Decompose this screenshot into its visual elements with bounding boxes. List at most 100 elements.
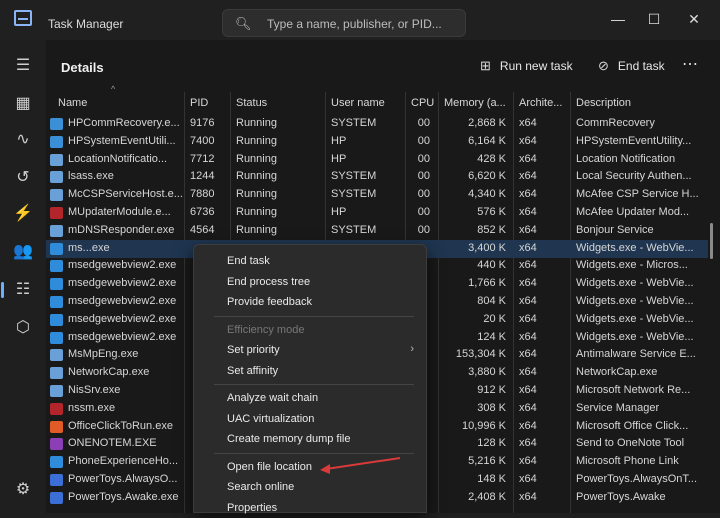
col-pid[interactable]: PID <box>190 97 208 109</box>
menu-item-provide-feedback[interactable]: Provide feedback <box>194 292 426 312</box>
col-memory[interactable]: Memory (a... <box>444 97 506 109</box>
vertical-scrollbar[interactable] <box>710 223 713 259</box>
search-placeholder[interactable]: Type a name, publisher, or PID... <box>267 17 442 31</box>
search-box[interactable]: 🔍︎ Type a name, publisher, or PID... <box>222 9 466 37</box>
menu-item-label: End task <box>227 255 270 267</box>
cell-name: PowerToys.AlwaysO... <box>68 473 178 485</box>
cell-name: MsMpEng.exe <box>68 348 139 361</box>
table-row[interactable]: mDNSResponder.exe 4564 Running SYSTEM 00 852 … <box>46 222 708 240</box>
process-icon <box>50 189 63 202</box>
cell-name: PowerToys.Awake.exe <box>68 490 179 503</box>
cell-arch: x64 <box>519 223 537 236</box>
cell-desc: Bonjour Service <box>576 223 654 236</box>
cell-arch: x64 <box>519 134 537 147</box>
cell-pid: 6736 <box>190 206 215 218</box>
cell-name: ONENOTEM.EXE <box>68 437 157 450</box>
cell-pid: 9176 <box>190 117 215 129</box>
process-icon <box>50 135 63 148</box>
users-icon[interactable]: 👥 <box>9 238 37 266</box>
cell-name: MUpdaterModule.e... <box>68 206 171 218</box>
cell-desc: Microsoft Office Click... <box>576 419 689 432</box>
cell-name: lsass.exe <box>68 170 114 183</box>
table-row[interactable]: HPSystemEventUtili... 7400 Running HP 00 6,16… <box>46 133 708 151</box>
menu-item-end-task[interactable]: End task <box>194 251 426 271</box>
cell-user: HP <box>331 206 347 218</box>
processes-icon[interactable]: ▦ <box>9 90 37 118</box>
table-row[interactable]: lsass.exe 1244 Running SYSTEM 00 6,620 K x64 Lo… <box>46 168 708 186</box>
more-options-button[interactable]: ⋯ <box>682 54 698 74</box>
cell-mem: 148 K <box>477 473 506 485</box>
process-icon <box>50 331 63 344</box>
cell-mem: 428 K <box>477 152 506 165</box>
menu-item-label: Properties <box>227 501 278 514</box>
details-icon[interactable]: ☷ <box>1 276 37 304</box>
table-row[interactable]: MUpdaterModule.e... 6736 Running HP 00 576 K x… <box>46 204 708 222</box>
menu-separator <box>214 452 414 454</box>
col-name[interactable]: Name <box>58 97 87 109</box>
end-task-button[interactable]: ⊘ End task <box>598 58 665 74</box>
menu-item-set-priority[interactable]: Set priority › <box>194 340 426 360</box>
hamburger-menu-icon[interactable]: ☰ <box>9 52 37 80</box>
cell-mem: 124 K <box>477 330 506 343</box>
cell-user: SYSTEM <box>331 188 377 201</box>
cell-desc: Widgets.exe - WebVie... <box>576 295 694 307</box>
process-icon <box>50 456 63 469</box>
cell-arch: x64 <box>519 366 537 379</box>
menu-item-create-memory-dump-file[interactable]: Create memory dump file <box>194 429 426 449</box>
cell-desc: Service Manager <box>576 401 660 414</box>
cell-desc: HPSystemEventUtility... <box>576 134 692 147</box>
cell-mem: 6,620 K <box>468 170 506 183</box>
services-icon[interactable]: ⬡ <box>9 314 37 342</box>
task-manager-icon <box>14 10 32 26</box>
col-description[interactable]: Description <box>576 97 631 109</box>
table-row[interactable]: HPCommRecovery.e... 9176 Running SYSTEM 00 2,… <box>46 115 708 133</box>
cell-name: msedgewebview2.exe <box>68 312 177 325</box>
cell-pid: 4564 <box>190 223 215 236</box>
cell-name: msedgewebview2.exe <box>68 259 177 272</box>
cell-mem: 852 K <box>477 223 506 236</box>
cell-mem: 128 K <box>477 437 506 450</box>
menu-item-set-affinity[interactable]: Set affinity <box>194 361 426 381</box>
cell-desc: Antimalware Service E... <box>576 348 696 361</box>
menu-item-uac-virtualization[interactable]: UAC virtualization <box>194 409 426 429</box>
cell-desc: Local Security Authen... <box>576 170 692 183</box>
cell-arch: x64 <box>519 437 537 450</box>
process-icon <box>50 402 63 415</box>
run-new-task-button[interactable]: ⊞ Run new task <box>480 58 573 74</box>
cell-arch: x64 <box>519 348 537 361</box>
cell-pid: 7400 <box>190 134 215 147</box>
menu-item-search-online[interactable]: Search online <box>194 477 426 497</box>
cell-arch: x64 <box>519 455 537 468</box>
maximize-button[interactable]: ☐ <box>642 8 666 30</box>
cell-mem: 20 K <box>483 312 506 325</box>
cell-desc: PowerToys.Awake <box>576 490 666 503</box>
menu-item-analyze-wait-chain[interactable]: Analyze wait chain <box>194 388 426 408</box>
col-status[interactable]: Status <box>236 97 267 109</box>
menu-item-properties[interactable]: Properties <box>194 498 426 518</box>
table-row[interactable]: McCSPServiceHost.e... 7880 Running SYSTEM 00… <box>46 186 708 204</box>
cell-name: nssm.exe <box>68 401 116 414</box>
process-icon <box>50 491 63 504</box>
cell-pid: 7712 <box>190 152 215 165</box>
startup-apps-icon[interactable]: ⚡ <box>9 200 37 228</box>
cell-desc: Send to OneNote Tool <box>576 437 685 450</box>
performance-icon[interactable]: ∿ <box>9 126 37 154</box>
cell-user: SYSTEM <box>331 223 377 236</box>
col-architecture[interactable]: Archite... <box>519 97 562 109</box>
col-cpu[interactable]: CPU <box>411 97 434 109</box>
cell-user: SYSTEM <box>331 117 377 129</box>
close-button[interactable]: ✕ <box>682 8 706 30</box>
cell-name: NetworkCap.exe <box>68 366 150 379</box>
col-user-name[interactable]: User name <box>331 97 385 109</box>
minimize-button[interactable]: — <box>606 8 630 30</box>
app-history-icon[interactable]: ↺ <box>9 164 37 192</box>
settings-icon[interactable]: ⚙ <box>9 476 37 504</box>
menu-item-end-process-tree[interactable]: End process tree <box>194 272 426 292</box>
cell-cpu: 00 <box>417 223 430 236</box>
menu-item-label: Provide feedback <box>227 296 312 308</box>
cell-pid: 7880 <box>190 188 215 201</box>
sort-caret-icon: ^ <box>111 84 116 94</box>
cell-arch: x64 <box>519 490 537 503</box>
cell-cpu: 00 <box>417 134 430 147</box>
table-row[interactable]: LocationNotificatio... 7712 Running HP 00 428… <box>46 151 708 169</box>
